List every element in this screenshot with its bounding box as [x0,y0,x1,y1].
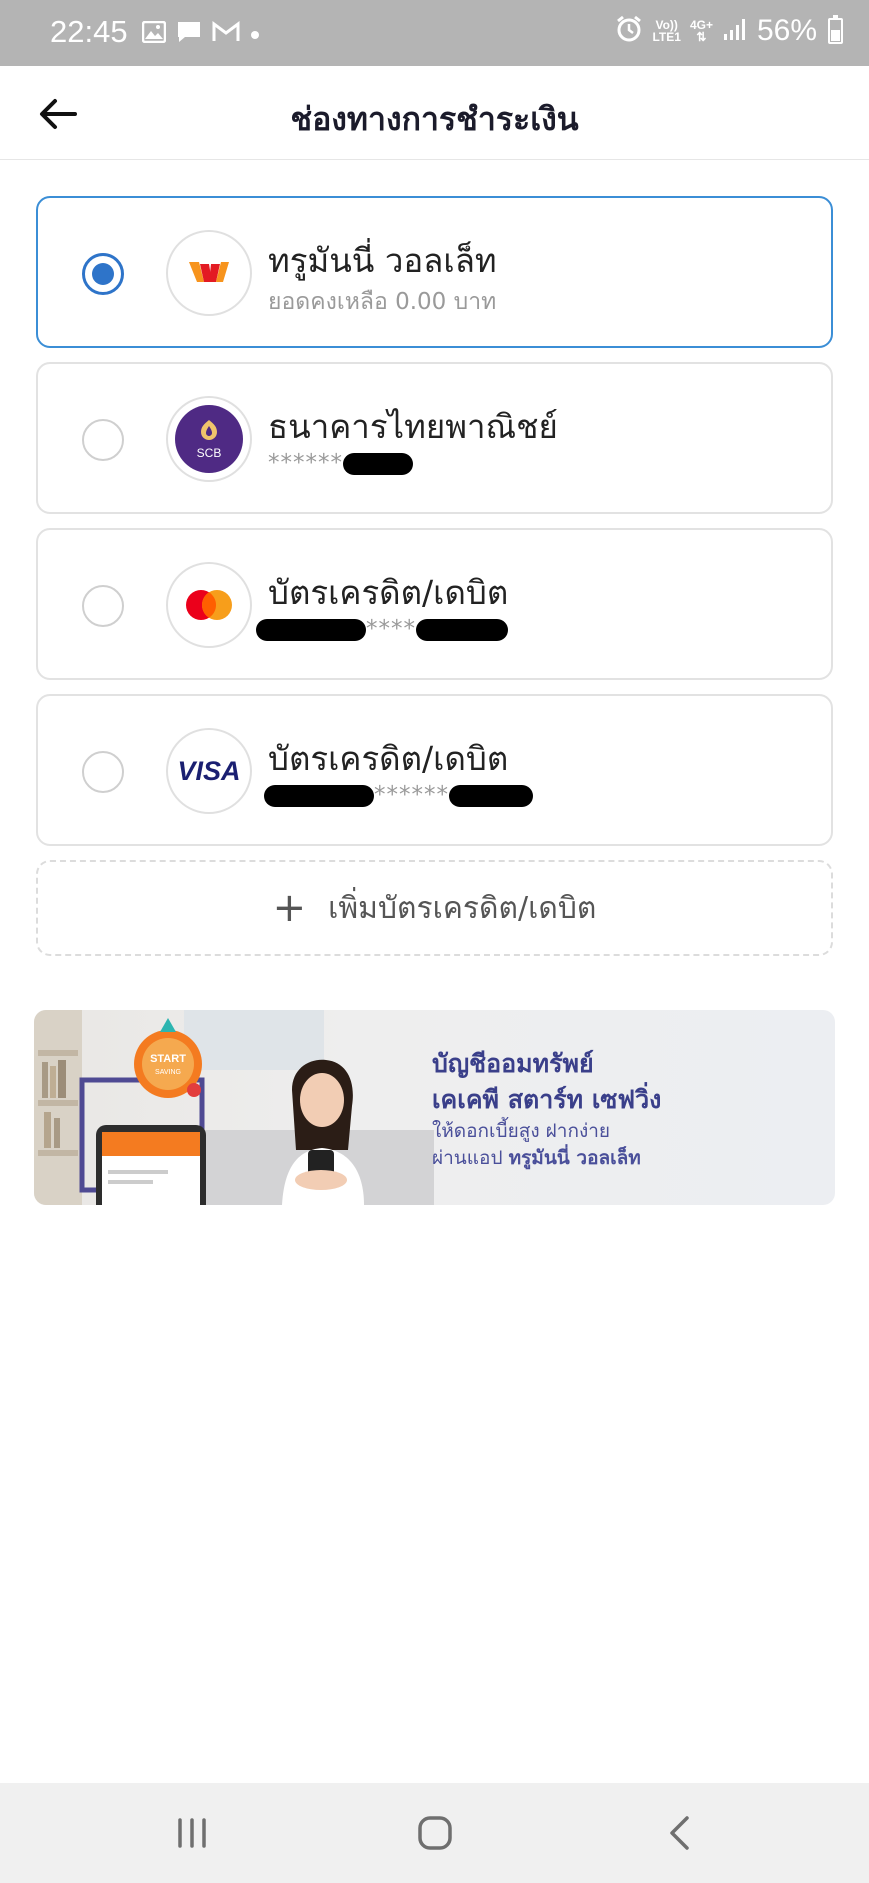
visa-logo-text: VISA [177,755,241,786]
banner-app-name: ทรูมันนี่ วอลเล็ท [508,1147,641,1169]
banner-title-line1: บัญชีออมทรัพย์ [432,1049,594,1078]
banner-subtitle-line2: ผ่านแอป ทรูมันนี่ วอลเล็ท [432,1145,661,1172]
recent-apps-icon [178,1818,206,1848]
redaction-bar [264,784,374,807]
option-title: บัตรเครดิต/เดบิต [268,573,509,612]
masked-card-number: **** [256,616,508,642]
lte-label: LTE1 [652,30,681,44]
masked-digits: ****** [268,450,343,476]
promo-banner[interactable]: START SAVING บัญชีออมทรัพย์ เคเคพี สตาร์… [34,1010,835,1205]
home-button[interactable] [410,1811,460,1855]
radio-unselected[interactable] [82,751,124,793]
recent-apps-button[interactable] [167,1811,217,1855]
gmail-icon [212,21,240,47]
redaction-bar [256,618,366,641]
signal-icon [722,16,748,46]
banner-prefix: ผ่านแอป [432,1147,509,1169]
truemoney-wallet-logo [166,230,252,316]
data-indicator: 4G+ ⇅ [690,19,713,43]
payment-option-visa[interactable]: VISA บัตรเครดิต/เดบิต ****** [36,694,833,846]
payment-option-truemoney[interactable]: ทรูมันนี่ วอลเล็ท ยอดคงเหลือ 0.00 บาท [36,196,833,348]
message-icon [176,20,202,48]
masked-account-number: ****** [268,450,413,476]
mastercard-logo [166,562,252,648]
home-icon [418,1816,452,1850]
add-card-button[interactable]: + เพิ่มบัตรเครดิต/เดบิต [36,860,833,956]
option-title: ธนาคารไทยพาณิชย์ [268,407,558,446]
banner-text: บัญชีออมทรัพย์ เคเคพี สตาร์ท เซฟวิ่ง ให้… [432,1046,661,1172]
masked-digits: **** [366,616,416,642]
scb-logo-text: SCB [196,446,222,460]
wallet-balance: ยอดคงเหลือ 0.00 บาท [268,289,497,315]
payment-method-list: ทรูมันนี่ วอลเล็ท ยอดคงเหลือ 0.00 บาท SC… [36,196,833,860]
notification-icons [141,20,260,48]
payment-option-mastercard[interactable]: บัตรเครดิต/เดบิต **** [36,528,833,680]
radio-unselected[interactable] [82,585,124,627]
gallery-icon [141,20,167,47]
badge-line2: SAVING [155,1069,181,1076]
option-title: บัตรเครดิต/เดบิต [268,739,509,778]
status-bar: 22:45 Vo)) LTE1 4G+ ⇅ 56% [0,0,869,66]
redaction-bar [416,618,508,641]
radio-unselected[interactable] [82,419,124,461]
back-nav-button[interactable] [654,1811,704,1855]
system-nav-bar [0,1783,869,1883]
option-title: ทรูมันนี่ วอลเล็ท [268,241,497,280]
badge-line1: START [150,1053,186,1065]
masked-digits: ****** [374,782,449,808]
data-arrows-icon: ⇅ [696,30,707,44]
scb-logo: SCB [166,396,252,482]
battery-icon [828,15,843,44]
app-header: ช่องทางการชำระเงิน [0,66,869,160]
chevron-left-icon [670,1816,689,1850]
redaction-bar [343,452,413,475]
battery-percent: 56% [756,14,817,47]
status-time: 22:45 [50,14,128,49]
redaction-bar [449,784,533,807]
radio-selected[interactable] [82,253,124,295]
more-notifications-dot-icon [250,25,260,44]
banner-subtitle-line1: ให้ดอกเบี้ยสูง ฝากง่าย [432,1120,611,1142]
banner-illustration: START SAVING [34,1010,434,1205]
plus-icon: + [272,885,307,931]
visa-logo: VISA [166,728,252,814]
add-card-label: เพิ่มบัตรเครดิต/เดบิต [328,890,597,926]
page-title: ช่องทางการชำระเงิน [290,100,579,138]
status-right-icons: Vo)) LTE1 4G+ ⇅ 56% [615,14,843,48]
payment-option-scb[interactable]: SCB ธนาคารไทยพาณิชย์ ****** [36,362,833,514]
banner-title-line2: เคเคพี สตาร์ท เซฟวิ่ง [432,1085,662,1114]
volte-indicator: Vo)) LTE1 [652,19,680,43]
masked-card-number: ****** [264,782,533,808]
alarm-icon [615,15,643,47]
scb-badge: SCB [175,405,243,473]
